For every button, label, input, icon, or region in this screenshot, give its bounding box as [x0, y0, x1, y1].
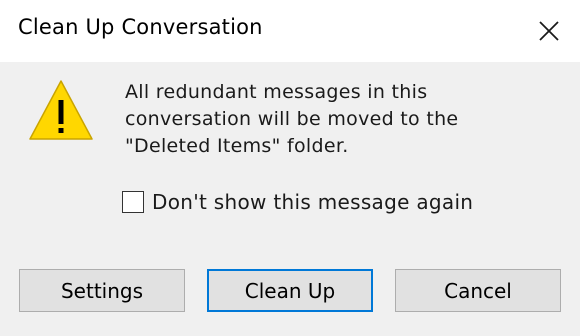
dont-show-again-label[interactable]: Don't show this message again [152, 190, 473, 214]
dialog-title: Clean Up Conversation [18, 15, 263, 39]
clean-up-button[interactable]: Clean Up [207, 269, 373, 312]
message-line: All redundant messages in this [125, 81, 428, 103]
warning-icon [29, 80, 93, 140]
dont-show-again-option[interactable]: Don't show this message again [122, 190, 473, 214]
close-icon [539, 21, 559, 41]
clean-up-conversation-dialog: Clean Up Conversation All redundant mess… [0, 0, 580, 336]
settings-button[interactable]: Settings [19, 269, 185, 312]
cancel-button[interactable]: Cancel [395, 269, 561, 312]
message-line: "Deleted Items" folder. [125, 135, 349, 157]
close-button[interactable] [518, 0, 580, 62]
dont-show-again-checkbox[interactable] [122, 191, 144, 213]
message-text: All redundant messages in this conversat… [125, 79, 545, 160]
message-line: conversation will be moved to the [125, 108, 459, 130]
title-bar: Clean Up Conversation [0, 0, 580, 62]
